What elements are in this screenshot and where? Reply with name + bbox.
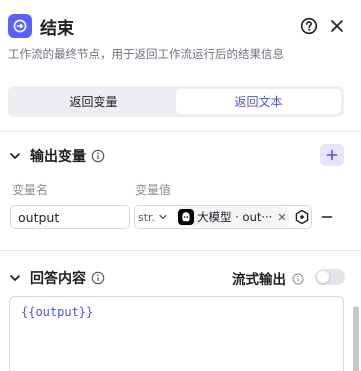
scrollbar[interactable]	[353, 306, 359, 371]
divider	[0, 250, 361, 251]
output-section-header[interactable]: 输出变量	[8, 146, 105, 166]
stream-output-label: 流式输出	[232, 272, 286, 288]
type-select[interactable]: str.	[138, 211, 171, 224]
variable-select-icon	[295, 209, 308, 225]
chevron-down-icon	[8, 149, 22, 163]
end-node-icon	[8, 14, 32, 38]
panel-title: 结束	[40, 18, 74, 39]
column-header-name: 变量名	[12, 183, 49, 197]
column-header-value: 变量值	[135, 183, 172, 197]
answer-section-title: 回答内容	[30, 271, 86, 287]
llm-node-icon	[178, 209, 195, 225]
minus-icon	[321, 216, 333, 218]
remove-variable-button[interactable]	[320, 210, 334, 224]
info-icon[interactable]	[91, 271, 105, 285]
stream-output-toggle[interactable]	[315, 269, 345, 285]
tab-return-text[interactable]: 返回文本	[176, 89, 341, 114]
reference-tag[interactable]: 大模型 · out··· ✕	[176, 207, 289, 227]
variable-picker-button[interactable]	[294, 209, 310, 225]
help-icon	[300, 17, 318, 35]
variable-name-input[interactable]: output	[10, 205, 130, 229]
close-icon	[331, 20, 343, 32]
info-icon[interactable]	[292, 270, 304, 285]
panel-header: 结束	[8, 12, 349, 40]
node-description: 工作流的最终节点，用于返回工作流运行后的结果信息	[8, 47, 284, 61]
info-icon[interactable]	[91, 149, 105, 163]
toggle-knob	[317, 271, 329, 283]
divider	[0, 131, 361, 132]
variable-value-field: str. 大模型 · out··· ✕	[134, 205, 312, 229]
tab-return-variable[interactable]: 返回变量	[11, 89, 176, 114]
add-variable-button[interactable]	[320, 144, 344, 166]
end-node-panel: 结束 工作流的最终节点，用于返回工作流运行后的结果信息 返回变量 返回文本 输出…	[0, 0, 361, 371]
output-section-title: 输出变量	[30, 149, 86, 165]
chevron-down-icon	[8, 271, 22, 285]
chevron-down-icon	[159, 214, 167, 220]
close-icon[interactable]: ✕	[277, 211, 286, 224]
answer-content-editor[interactable]: {{output}}	[9, 296, 344, 371]
close-button[interactable]	[325, 14, 349, 38]
reference-label: 大模型 · out···	[197, 210, 273, 224]
answer-section-header[interactable]: 回答内容	[8, 268, 105, 288]
return-mode-tabs: 返回变量 返回文本	[8, 86, 344, 117]
type-select-value: str.	[138, 210, 156, 224]
help-button[interactable]	[297, 14, 321, 38]
plus-icon	[326, 149, 338, 161]
